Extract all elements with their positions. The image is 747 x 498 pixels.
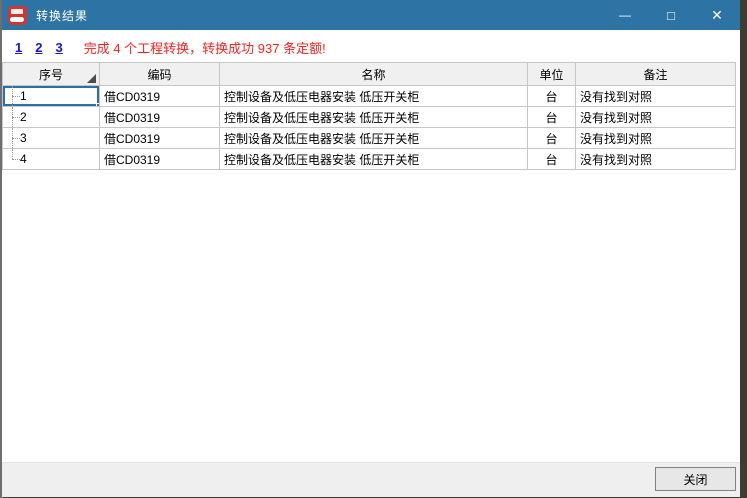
- close-window-button[interactable]: ✕: [694, 0, 740, 30]
- app-icon: [8, 6, 27, 25]
- maximize-button[interactable]: □: [648, 0, 694, 30]
- titlebar-buttons: — □ ✕: [602, 0, 740, 30]
- cell-seq[interactable]: 2: [3, 107, 100, 128]
- header-row: 序号 编码 名称 单位 备注: [3, 63, 736, 86]
- cell-seq[interactable]: 4: [3, 149, 100, 170]
- footer-bar: 关闭: [2, 462, 740, 497]
- screen: 转换结果 — □ ✕ 1 2 3 完成 4 个工程转换，转换成功 937 条定额…: [0, 0, 747, 498]
- cell-code[interactable]: 借CD0319: [100, 128, 220, 149]
- tree-branch-icon: [7, 128, 20, 148]
- column-header-seq-label: 序号: [39, 68, 63, 82]
- conversion-result-message: 完成 4 个工程转换，转换成功 937 条定额!: [84, 38, 326, 57]
- table-row: 3 借CD0319 控制设备及低压电器安装 低压开关柜 台 没有找到对照: [3, 128, 736, 149]
- cell-unit[interactable]: 台: [528, 128, 576, 149]
- cell-name[interactable]: 控制设备及低压电器安装 低压开关柜: [220, 107, 528, 128]
- page-link-1[interactable]: 1: [15, 40, 22, 55]
- sort-indicator-icon: [87, 74, 96, 83]
- cell-seq[interactable]: 1: [3, 86, 100, 107]
- cell-code[interactable]: 借CD0319: [100, 149, 220, 170]
- maximize-icon: □: [667, 8, 675, 23]
- column-header-code[interactable]: 编码: [100, 63, 220, 86]
- cell-unit[interactable]: 台: [528, 149, 576, 170]
- column-header-name[interactable]: 名称: [220, 63, 528, 86]
- selection-handle[interactable]: [96, 103, 100, 107]
- cell-unit[interactable]: 台: [528, 107, 576, 128]
- seq-value: 2: [20, 110, 27, 124]
- column-header-note[interactable]: 备注: [576, 63, 736, 86]
- cell-note[interactable]: 没有找到对照: [576, 128, 736, 149]
- table-row: 1 借CD0319 控制设备及低压电器安装 低压开关柜 台 没有找到对照: [3, 86, 736, 107]
- window-title: 转换结果: [36, 7, 88, 24]
- column-header-unit[interactable]: 单位: [528, 63, 576, 86]
- cell-name[interactable]: 控制设备及低压电器安装 低压开关柜: [220, 128, 528, 149]
- dialog-window: 转换结果 — □ ✕ 1 2 3 完成 4 个工程转换，转换成功 937 条定额…: [2, 0, 740, 497]
- column-header-seq[interactable]: 序号: [3, 63, 100, 86]
- minimize-icon: —: [619, 8, 631, 22]
- cell-code[interactable]: 借CD0319: [100, 107, 220, 128]
- summary-bar: 1 2 3 完成 4 个工程转换，转换成功 937 条定额!: [15, 38, 326, 57]
- result-table: 序号 编码 名称 单位 备注 1: [2, 62, 736, 170]
- cell-note[interactable]: 没有找到对照: [576, 107, 736, 128]
- cell-code[interactable]: 借CD0319: [100, 86, 220, 107]
- titlebar[interactable]: 转换结果 — □ ✕: [2, 0, 740, 30]
- dialog-body: 1 2 3 完成 4 个工程转换，转换成功 937 条定额! 序号 编码: [2, 30, 740, 462]
- tree-branch-icon: [7, 86, 20, 106]
- seq-value: 3: [20, 131, 27, 145]
- close-button[interactable]: 关闭: [655, 467, 736, 491]
- table-row: 4 借CD0319 控制设备及低压电器安装 低压开关柜 台 没有找到对照: [3, 149, 736, 170]
- seq-value: 1: [20, 89, 27, 103]
- seq-value: 4: [20, 152, 27, 166]
- cell-name[interactable]: 控制设备及低压电器安装 低压开关柜: [220, 86, 528, 107]
- close-icon: ✕: [711, 7, 723, 24]
- cell-note[interactable]: 没有找到对照: [576, 86, 736, 107]
- cell-seq[interactable]: 3: [3, 128, 100, 149]
- page-link-3[interactable]: 3: [55, 40, 62, 55]
- cell-unit[interactable]: 台: [528, 86, 576, 107]
- tree-branch-icon: [7, 149, 20, 169]
- cell-name[interactable]: 控制设备及低压电器安装 低压开关柜: [220, 149, 528, 170]
- tree-branch-icon: [7, 107, 20, 127]
- cell-note[interactable]: 没有找到对照: [576, 149, 736, 170]
- page-link-2[interactable]: 2: [35, 40, 42, 55]
- table-row: 2 借CD0319 控制设备及低压电器安装 低压开关柜 台 没有找到对照: [3, 107, 736, 128]
- minimize-button[interactable]: —: [602, 0, 648, 30]
